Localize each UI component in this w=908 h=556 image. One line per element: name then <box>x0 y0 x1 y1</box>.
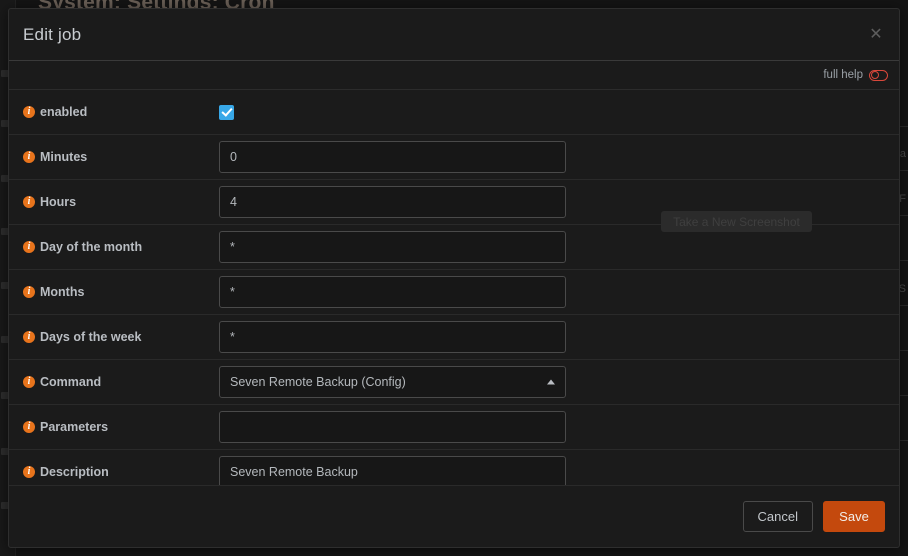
form-row-months: i Months <box>9 270 899 315</box>
label-cell-hours: i Hours <box>23 195 219 209</box>
full-help-bar: full help <box>9 61 899 90</box>
label-cell-parameters: i Parameters <box>23 420 219 434</box>
field-label-parameters: Parameters <box>40 420 109 434</box>
form-row-command: i Command Seven Remote Backup (Config) <box>9 360 899 405</box>
form-row-enabled: i enabled <box>9 90 899 135</box>
cancel-button[interactable]: Cancel <box>742 501 813 532</box>
form-row-day-of-month: i Day of the month <box>9 225 899 270</box>
form-row-parameters: i Parameters <box>9 405 899 450</box>
minutes-input[interactable] <box>219 141 566 173</box>
edit-job-dialog: Edit job ✕ full help i enabled i Minutes… <box>8 8 900 548</box>
form-row-minutes: i Minutes <box>9 135 899 180</box>
info-icon-months[interactable]: i <box>23 286 35 298</box>
enabled-checkbox[interactable] <box>219 104 234 120</box>
control-cell-days-of-week <box>219 321 899 353</box>
info-icon-minutes[interactable]: i <box>23 151 35 163</box>
field-label-description: Description <box>40 465 109 479</box>
label-cell-day-of-month: i Day of the month <box>23 240 219 254</box>
info-icon-days-of-week[interactable]: i <box>23 331 35 343</box>
control-cell-parameters <box>219 411 899 443</box>
control-cell-minutes <box>219 141 899 173</box>
parameters-input[interactable] <box>219 411 566 443</box>
label-cell-days-of-week: i Days of the week <box>23 330 219 344</box>
field-label-months: Months <box>40 285 85 299</box>
form-row-description: i Description <box>9 450 899 485</box>
field-label-days-of-week: Days of the week <box>40 330 142 344</box>
control-cell-day-of-month <box>219 231 899 263</box>
description-input[interactable] <box>219 456 566 485</box>
background-right-label-1: F <box>899 193 906 205</box>
info-icon-parameters[interactable]: i <box>23 421 35 433</box>
day-of-month-input[interactable] <box>219 231 566 263</box>
label-cell-description: i Description <box>23 465 219 479</box>
screen: System: Settings: Cron la F S Edit job ✕… <box>0 0 908 556</box>
field-label-hours: Hours <box>40 195 77 209</box>
field-label-minutes: Minutes <box>40 150 88 164</box>
label-cell-enabled: i enabled <box>23 105 219 119</box>
info-icon-description[interactable]: i <box>23 466 35 478</box>
dialog-footer: Cancel Save <box>9 485 899 547</box>
info-icon-hours[interactable]: i <box>23 196 35 208</box>
full-help-label: full help <box>823 69 863 81</box>
months-input[interactable] <box>219 276 566 308</box>
command-select-wrapper: Seven Remote Backup (Config) <box>219 366 566 398</box>
info-icon-enabled[interactable]: i <box>23 106 35 118</box>
days-of-week-input[interactable] <box>219 321 566 353</box>
label-cell-months: i Months <box>23 285 219 299</box>
info-icon-command[interactable]: i <box>23 376 35 388</box>
field-label-day-of-month: Day of the month <box>40 240 143 254</box>
dialog-header: Edit job ✕ <box>9 9 899 61</box>
info-icon-day-of-month[interactable]: i <box>23 241 35 253</box>
job-form: i enabled i Minutes i <box>9 90 899 485</box>
label-cell-minutes: i Minutes <box>23 150 219 164</box>
control-cell-enabled <box>219 104 899 120</box>
close-icon[interactable]: ✕ <box>865 24 887 46</box>
control-cell-command: Seven Remote Backup (Config) <box>219 366 899 398</box>
form-row-hours: i Hours <box>9 180 899 225</box>
control-cell-description <box>219 456 899 485</box>
field-label-enabled: enabled <box>40 105 88 119</box>
dialog-title: Edit job <box>23 24 82 44</box>
hours-input[interactable] <box>219 186 566 218</box>
field-label-command: Command <box>40 375 102 389</box>
full-help-toggle[interactable] <box>869 69 888 81</box>
save-button[interactable]: Save <box>823 501 885 532</box>
form-row-days-of-week: i Days of the week <box>9 315 899 360</box>
command-select[interactable]: Seven Remote Backup (Config) <box>219 366 566 398</box>
control-cell-months <box>219 276 899 308</box>
label-cell-command: i Command <box>23 375 219 389</box>
control-cell-hours <box>219 186 899 218</box>
